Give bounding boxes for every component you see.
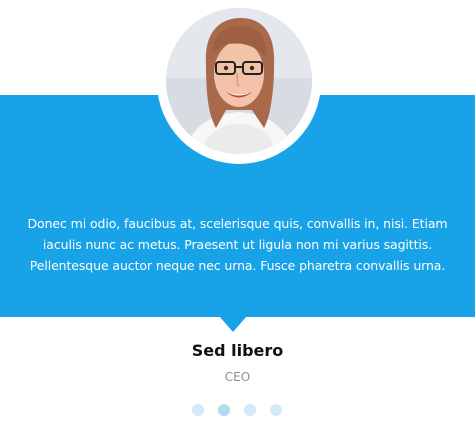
avatar — [166, 8, 312, 154]
carousel-dot-1[interactable] — [192, 404, 204, 416]
testimonial-author-name: Sed libero — [191, 341, 284, 360]
carousel-pagination — [192, 404, 282, 416]
speech-pointer — [219, 316, 247, 332]
avatar-portrait-icon — [166, 8, 312, 154]
carousel-dot-3[interactable] — [244, 404, 256, 416]
carousel-dot-4[interactable] — [270, 404, 282, 416]
testimonial-quote: Donec mi odio, faucibus at, scelerisque … — [27, 216, 448, 273]
carousel-dot-2[interactable] — [218, 404, 230, 416]
testimonial-author-role: CEO — [224, 370, 251, 384]
